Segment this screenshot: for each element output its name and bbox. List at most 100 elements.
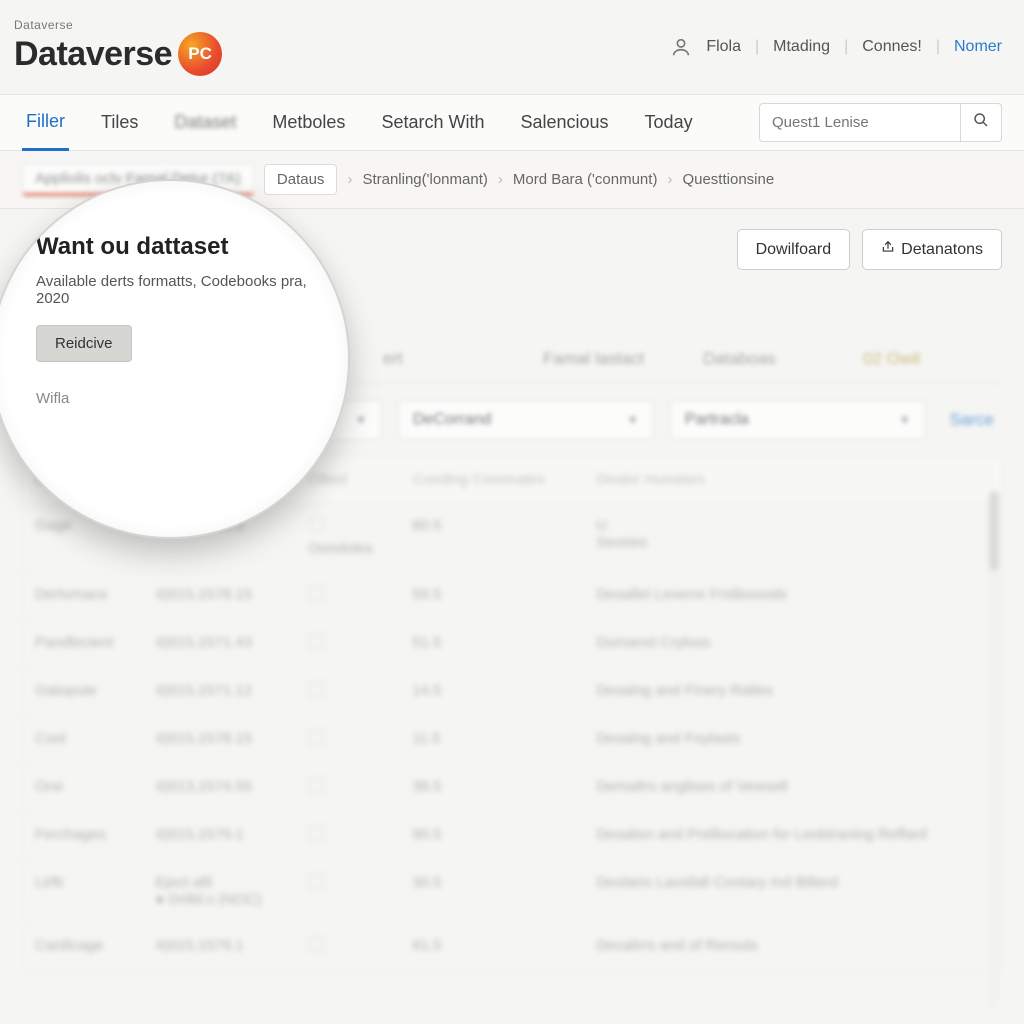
breadcrumb-1[interactable]: Dataus	[264, 164, 338, 195]
filter-select-2[interactable]: DeCorrand ▼	[398, 400, 654, 440]
cell	[297, 716, 401, 764]
lens-subtitle: Available derts formatts, Codebooks pra,…	[36, 273, 314, 307]
cell: 38.5	[400, 764, 584, 812]
table-row[interactable]: One4)013,1574.55 38.5Demaltrs anglises of…	[23, 764, 1001, 812]
tab-2[interactable]: Famal lastact	[522, 334, 682, 383]
nav-item-metboles[interactable]: Metboles	[268, 96, 349, 149]
logo[interactable]: Dataverse Dataverse PC	[14, 18, 222, 76]
cell	[297, 812, 401, 860]
cell: Ferchages	[23, 812, 143, 860]
col-3[interactable]: Cunding Commates	[400, 457, 584, 503]
cell: 11.5	[400, 716, 584, 764]
cell: 4)015,1578.15	[143, 716, 296, 764]
checkbox[interactable]	[309, 730, 324, 745]
user-link-3[interactable]: Nomer	[954, 38, 1002, 56]
nav-item-filler[interactable]: Filler	[22, 95, 69, 151]
table-row[interactable]: Ferchages4)015,1579.190.5Desalisn and Pr…	[23, 812, 1001, 860]
checkbox[interactable]	[309, 778, 324, 793]
table-row[interactable]: Cardicage4)015,1579.161.5Decalirrs and o…	[23, 923, 1001, 971]
user-link-0[interactable]: Flola	[706, 38, 741, 56]
lens-title: Want ou dattaset	[36, 233, 314, 261]
user-link-1[interactable]: Mtading	[773, 38, 830, 56]
scrollbar-thumb[interactable]	[989, 491, 999, 571]
logo-badge: PC	[178, 32, 222, 76]
checkbox[interactable]	[309, 937, 324, 952]
tab-1[interactable]: ert	[362, 334, 522, 383]
user-icon	[670, 36, 692, 58]
cell: 51.5	[400, 620, 584, 668]
cell: Cool	[23, 716, 143, 764]
detanations-button[interactable]: Detanatons	[862, 229, 1002, 270]
checkbox[interactable]	[309, 517, 324, 532]
share-icon	[881, 240, 895, 259]
detanations-label: Detanatons	[901, 241, 983, 259]
logo-supertitle: Dataverse	[14, 18, 222, 32]
cell: U Seories	[584, 503, 1001, 572]
breadcrumb-2[interactable]: Stranling('lonmant)	[362, 171, 487, 188]
chevron-right-icon: ›	[667, 171, 672, 188]
table-row[interactable]: LirftiEject afil ● Drilld.s (NOC) 30.5Deo…	[23, 860, 1001, 923]
cell: Lirfti	[23, 860, 143, 923]
checkbox[interactable]	[309, 874, 324, 889]
cell: Deolario Lavsilall Contary Ind Bilterd	[584, 860, 1001, 923]
search-button[interactable]	[960, 104, 1001, 141]
tab-4[interactable]: 02 Owit	[842, 334, 1002, 383]
search-input[interactable]	[760, 104, 960, 141]
breadcrumb-3[interactable]: Mord Bara ('conmunt)	[513, 171, 658, 188]
reidcive-button[interactable]: Reidcive	[36, 325, 132, 362]
chevron-down-icon: ▼	[627, 413, 639, 427]
logo-text: Dataverse	[14, 35, 172, 74]
cell: Eject afil ● Drilld.s (NOC)	[143, 860, 296, 923]
cell: Desalisn and Prelliocation for Leobtrani…	[584, 812, 1001, 860]
cell: Cardicage	[23, 923, 143, 971]
cell: Derlomace	[23, 572, 143, 620]
tab-3[interactable]: Databoas	[682, 334, 842, 383]
sarce-link[interactable]: Sarce	[942, 410, 1002, 430]
table-row[interactable]: Pandlecient4)015,1571.4351.5Dumanst Cryl…	[23, 620, 1001, 668]
cell	[297, 668, 401, 716]
nav-item-setarch[interactable]: Setarch With	[377, 96, 488, 149]
cell: Gatopute	[23, 668, 143, 716]
cell: 4)013,1574.55	[143, 764, 296, 812]
navbar: Filler Tiles Dataset Metboles Setarch Wi…	[0, 94, 1024, 151]
nav-search	[759, 103, 1002, 142]
cell: 14.5	[400, 668, 584, 716]
cell: 30.5	[400, 860, 584, 923]
lens-mini-label: Wifla	[36, 390, 314, 407]
filter-2-label: DeCorrand	[413, 411, 491, 429]
user-link-2[interactable]: Connes!	[862, 38, 922, 56]
cell: 80.5	[400, 503, 584, 572]
filter-select-3[interactable]: Partracla ▼	[670, 400, 926, 440]
chevron-down-icon: ▼	[355, 413, 367, 427]
cell	[297, 860, 401, 923]
nav-item-tiles[interactable]: Tiles	[97, 96, 142, 149]
cell	[297, 572, 401, 620]
cell: 59.5	[400, 572, 584, 620]
download-button[interactable]: Dowilfoard	[737, 229, 851, 270]
scrollbar[interactable]	[989, 491, 999, 1011]
nav-item-salencious[interactable]: Salencious	[516, 96, 612, 149]
nav-item-today[interactable]: Today	[641, 96, 697, 149]
table-row[interactable]: Derlomace4)015,1578.1559.5Desallet Lever…	[23, 572, 1001, 620]
breadcrumb-4[interactable]: Questtionsine	[682, 171, 774, 188]
cell: Desallet Leverre Frslibooods	[584, 572, 1001, 620]
cell: One	[23, 764, 143, 812]
cell: Decalirrs and of Rerouts	[584, 923, 1001, 971]
table-row[interactable]: Gatopute4)015,1571.12 14.5Desalng and Fin…	[23, 668, 1001, 716]
magnifier-lens: Want ou dattaset Available derts formatt…	[0, 179, 350, 539]
cell: Dumanst Cryloss	[584, 620, 1001, 668]
checkbox[interactable]	[309, 826, 324, 841]
cell: 4)015,1579.1	[143, 923, 296, 971]
checkbox[interactable]	[309, 634, 324, 649]
cell: Demaltrs anglises of Vewselt	[584, 764, 1001, 812]
cell: 4)015,1571.12	[143, 668, 296, 716]
table-row[interactable]: Cool4)015,1578.1511.5Desalng and Foylast…	[23, 716, 1001, 764]
chevron-down-icon: ▼	[899, 413, 911, 427]
cell: Desalng and Finery Ratles	[584, 668, 1001, 716]
nav-item-dataset[interactable]: Dataset	[170, 96, 240, 149]
checkbox[interactable]	[309, 682, 324, 697]
col-4[interactable]: Dealor Hunstars	[584, 457, 1001, 503]
cell: 90.5	[400, 812, 584, 860]
checkbox[interactable]	[309, 586, 324, 601]
cell: Oondoles	[297, 503, 401, 572]
